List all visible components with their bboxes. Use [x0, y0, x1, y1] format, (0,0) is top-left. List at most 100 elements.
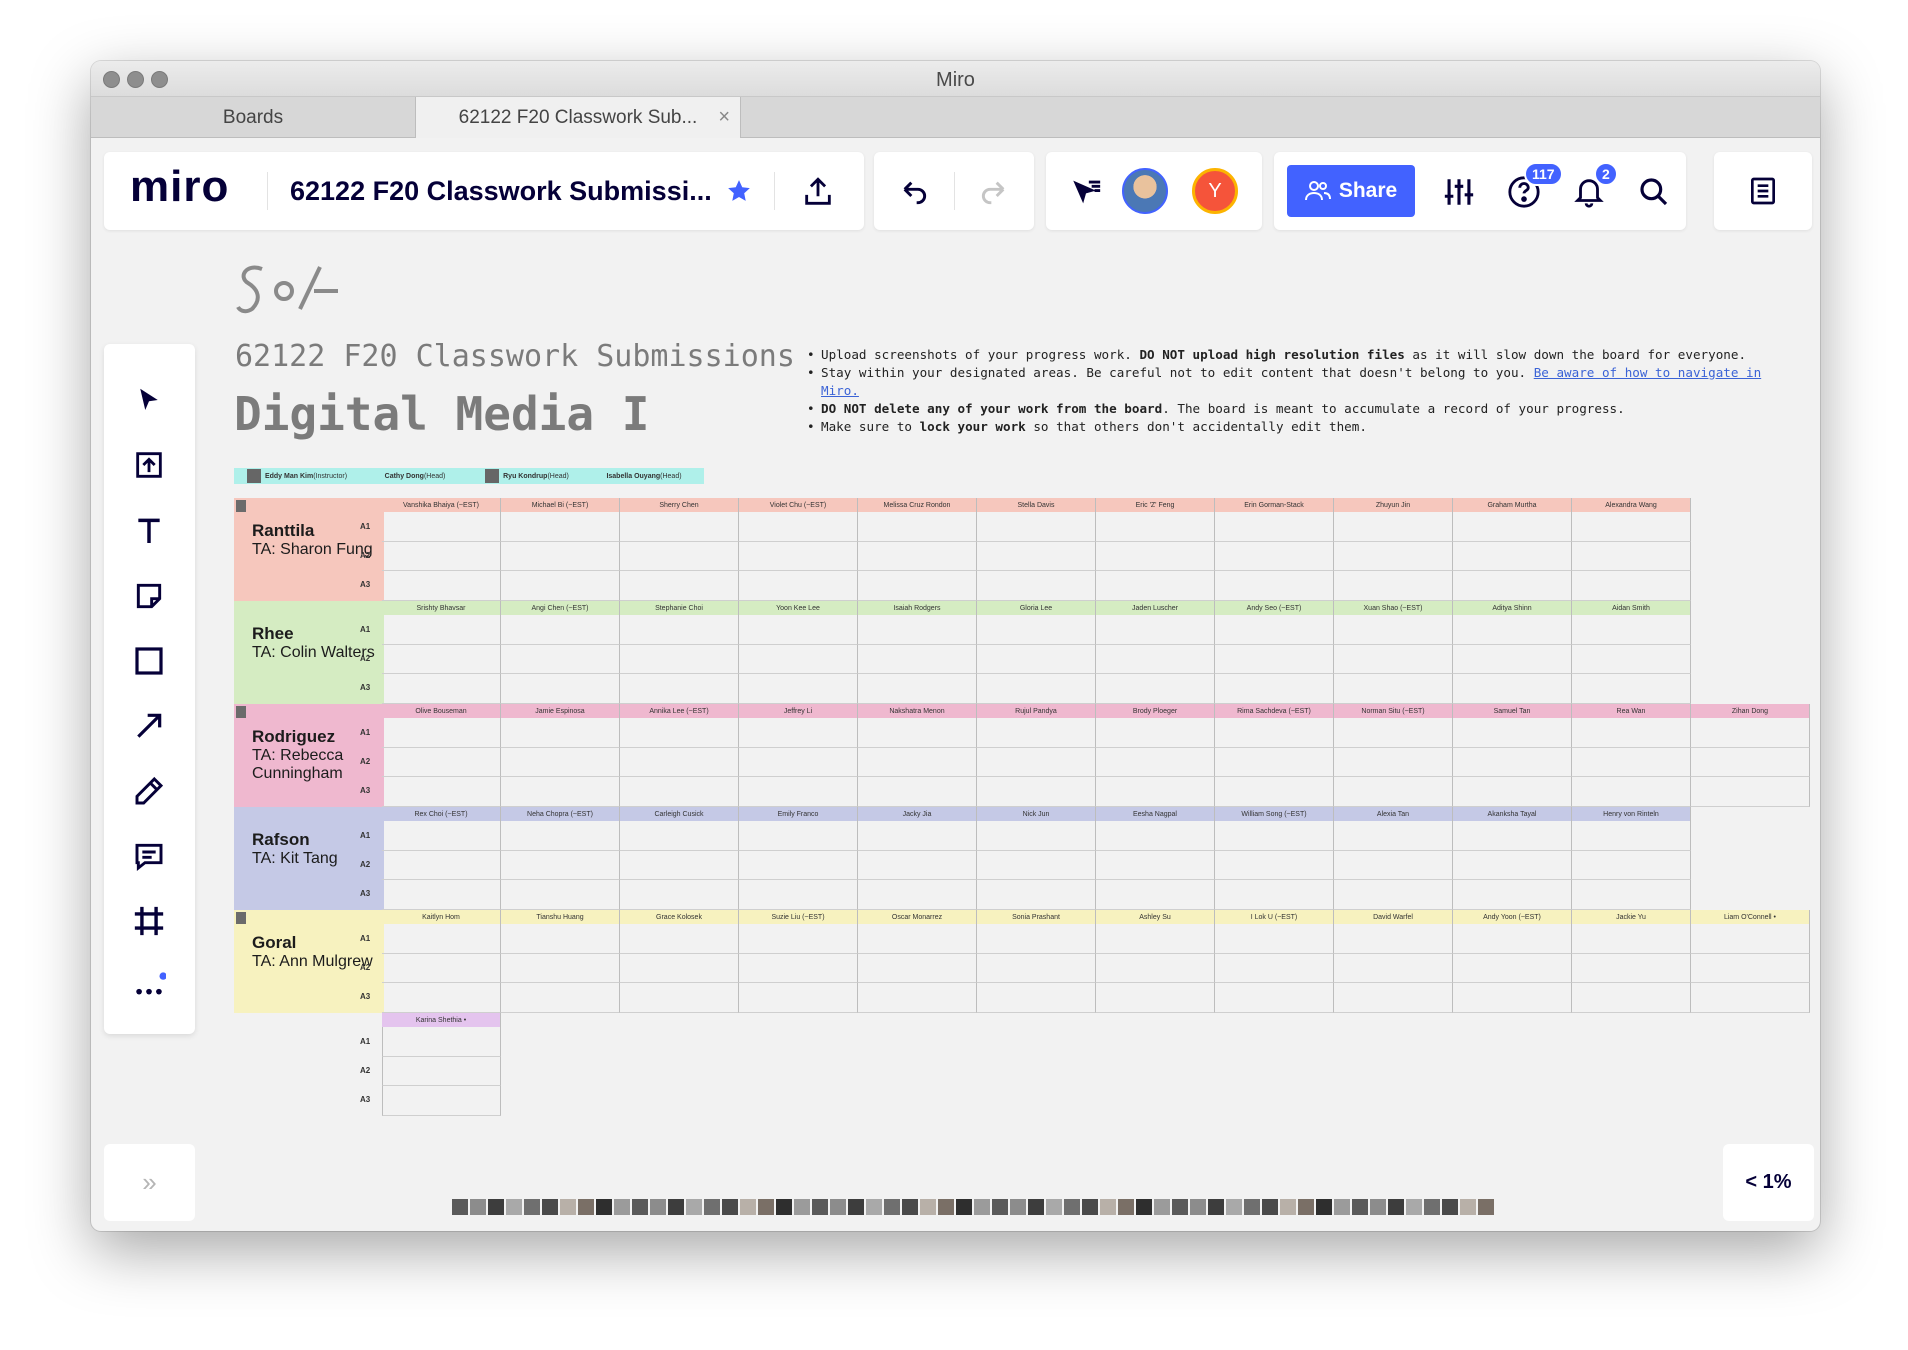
submission-cell[interactable] — [501, 541, 620, 572]
undo-icon[interactable] — [894, 172, 934, 212]
submission-cell[interactable] — [1334, 674, 1453, 704]
submission-cell[interactable] — [1572, 953, 1691, 984]
submission-cell[interactable] — [1096, 850, 1215, 881]
zoom-level[interactable]: < 1% — [1723, 1144, 1814, 1221]
submission-cell[interactable] — [858, 880, 977, 910]
submission-cell[interactable] — [620, 571, 739, 601]
submission-cell[interactable] — [620, 541, 739, 572]
submission-cell[interactable] — [382, 924, 501, 954]
submission-cell[interactable] — [1453, 571, 1572, 601]
submission-cell[interactable] — [1096, 718, 1215, 748]
pen-icon[interactable] — [124, 766, 174, 816]
submission-cell[interactable] — [382, 983, 501, 1013]
submission-cell[interactable] — [1096, 644, 1215, 675]
submission-cell[interactable] — [1572, 718, 1691, 748]
submission-cell[interactable] — [1453, 718, 1572, 748]
submission-cell[interactable] — [620, 983, 739, 1013]
submission-cell[interactable] — [1453, 615, 1572, 645]
miro-logo[interactable]: miro — [130, 162, 229, 212]
submission-cell[interactable] — [1215, 924, 1334, 954]
submission-cell[interactable] — [858, 674, 977, 704]
submission-cell[interactable] — [858, 571, 977, 601]
submission-cell[interactable] — [620, 953, 739, 984]
submission-cell[interactable] — [1334, 983, 1453, 1013]
submission-cell[interactable] — [858, 924, 977, 954]
submission-cell[interactable] — [1096, 983, 1215, 1013]
upload-icon[interactable] — [124, 440, 174, 490]
star-icon[interactable] — [724, 176, 754, 206]
submission-cell[interactable] — [382, 880, 501, 910]
submission-cell[interactable] — [1096, 747, 1215, 778]
submission-cell[interactable] — [1334, 953, 1453, 984]
comment-icon[interactable] — [124, 831, 174, 881]
submission-cell[interactable] — [501, 644, 620, 675]
submission-cell[interactable] — [858, 541, 977, 572]
submission-cell[interactable] — [382, 644, 501, 675]
submission-cell[interactable] — [501, 571, 620, 601]
submission-cell[interactable] — [739, 674, 858, 704]
submission-cell[interactable] — [1096, 541, 1215, 572]
submission-cell[interactable] — [1334, 644, 1453, 675]
submission-cell[interactable] — [739, 615, 858, 645]
submission-cell[interactable] — [1096, 821, 1215, 851]
sticky-note-icon[interactable] — [124, 571, 174, 621]
submission-cell[interactable] — [1453, 512, 1572, 542]
submission-cell[interactable] — [1215, 674, 1334, 704]
submission-cell[interactable] — [1572, 747, 1691, 778]
submission-cell[interactable] — [977, 674, 1096, 704]
submission-cell[interactable] — [1691, 777, 1810, 807]
submission-cell[interactable] — [858, 777, 977, 807]
submission-cell[interactable] — [977, 615, 1096, 645]
submission-cell[interactable] — [858, 953, 977, 984]
submission-cell[interactable] — [1453, 541, 1572, 572]
submission-cell[interactable] — [382, 1056, 501, 1087]
submission-cell[interactable] — [1215, 571, 1334, 601]
submission-cell[interactable] — [1572, 512, 1691, 542]
submission-cell[interactable] — [1572, 983, 1691, 1013]
notes-list-icon[interactable] — [1743, 171, 1783, 211]
submission-cell[interactable] — [1334, 924, 1453, 954]
submission-cell[interactable] — [1572, 777, 1691, 807]
submission-cell[interactable] — [1453, 983, 1572, 1013]
submission-cell[interactable] — [1096, 953, 1215, 984]
submission-cell[interactable] — [620, 880, 739, 910]
submission-cell[interactable] — [1096, 777, 1215, 807]
submission-cell[interactable] — [1572, 615, 1691, 645]
submission-cell[interactable] — [858, 512, 977, 542]
share-button[interactable]: Share — [1287, 165, 1415, 217]
submission-cell[interactable] — [1215, 747, 1334, 778]
shape-icon[interactable] — [124, 636, 174, 686]
submission-cell[interactable] — [501, 512, 620, 542]
submission-cell[interactable] — [1215, 777, 1334, 807]
submission-cell[interactable] — [1691, 718, 1810, 748]
submission-cell[interactable] — [858, 850, 977, 881]
submission-cell[interactable] — [620, 924, 739, 954]
submission-cell[interactable] — [501, 615, 620, 645]
tab-boards[interactable]: Boards — [91, 97, 416, 138]
submission-cell[interactable] — [1334, 747, 1453, 778]
submission-cell[interactable] — [1572, 644, 1691, 675]
frame-icon[interactable] — [124, 896, 174, 946]
submission-cell[interactable] — [382, 821, 501, 851]
submission-cell[interactable] — [1453, 674, 1572, 704]
submission-cell[interactable] — [501, 953, 620, 984]
submission-cell[interactable] — [1572, 924, 1691, 954]
submission-cell[interactable] — [501, 850, 620, 881]
settings-sliders-icon[interactable] — [1439, 172, 1479, 212]
submission-cell[interactable] — [977, 850, 1096, 881]
submission-cell[interactable] — [1096, 571, 1215, 601]
submission-cell[interactable] — [977, 541, 1096, 572]
submission-cell[interactable] — [1334, 821, 1453, 851]
submission-cell[interactable] — [1453, 850, 1572, 881]
submission-cell[interactable] — [739, 983, 858, 1013]
submission-cell[interactable] — [858, 821, 977, 851]
submission-cell[interactable] — [620, 777, 739, 807]
submission-cell[interactable] — [382, 674, 501, 704]
submission-cell[interactable] — [977, 718, 1096, 748]
submission-cell[interactable] — [1334, 615, 1453, 645]
submission-cell[interactable] — [1334, 541, 1453, 572]
submission-cell[interactable] — [1215, 953, 1334, 984]
submission-cell[interactable] — [501, 718, 620, 748]
board-title[interactable]: 62122 F20 Classwork Submissi... — [290, 176, 712, 207]
submission-cell[interactable] — [1096, 880, 1215, 910]
